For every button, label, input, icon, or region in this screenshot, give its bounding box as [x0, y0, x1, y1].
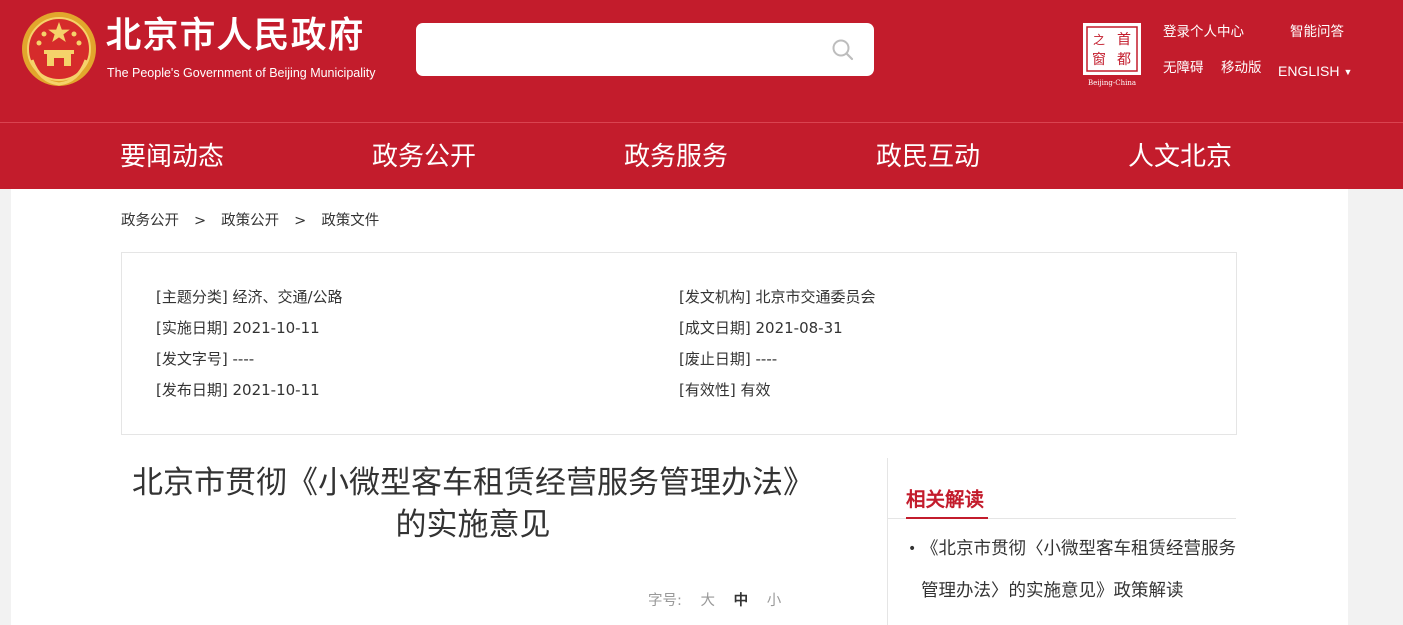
bullet-icon: •	[908, 541, 917, 557]
site-name-cn[interactable]: 北京市人民政府	[106, 14, 365, 58]
font-size-control: 字号: 大 中 小	[648, 591, 781, 611]
caret-down-icon: ▼	[1343, 67, 1353, 77]
accessibility-link[interactable]: 无障碍	[1163, 59, 1204, 77]
related-item-text: 《北京市贯彻〈小微型客车租赁经营服务管理办法〉的实施意见》政策解读	[921, 539, 1236, 601]
svg-text:Beijing-China: Beijing-China	[1088, 79, 1136, 87]
login-link[interactable]: 登录个人中心	[1163, 23, 1244, 41]
info-topic: [主题分类] 经济、交通/公路	[156, 288, 343, 306]
font-size-large[interactable]: 大	[701, 593, 716, 609]
search-icon[interactable]	[830, 37, 856, 63]
info-doc-number: [发文字号] ----	[156, 350, 255, 368]
national-emblem-icon[interactable]	[20, 10, 98, 88]
breadcrumb: 政务公开 > 政策公开 > 政策文件	[121, 211, 379, 231]
article-title-line2: 的实施意见	[395, 507, 551, 543]
nav-item-gov-affairs-open[interactable]: 政务公开	[372, 140, 476, 174]
article-title-line1: 北京市贯彻《小微型客车租赁经营服务管理办法》	[132, 465, 814, 501]
nav-item-culture-beijing[interactable]: 人文北京	[1128, 140, 1232, 174]
nav-item-gov-services[interactable]: 政务服务	[624, 140, 728, 174]
info-abolish-date: [废止日期] ----	[679, 350, 778, 368]
font-size-small[interactable]: 小	[767, 593, 782, 609]
svg-text:之: 之	[1093, 33, 1105, 47]
search-box	[416, 23, 874, 76]
breadcrumb-item-policy-open[interactable]: 政策公开	[221, 213, 279, 229]
nav-item-interaction[interactable]: 政民互动	[876, 140, 980, 174]
font-size-label: 字号:	[648, 593, 682, 609]
site-name-en[interactable]: The People's Government of Beijing Munic…	[107, 65, 376, 81]
main-nav: 要闻动态 政务公开 政务服务 政民互动 人文北京	[0, 122, 1403, 189]
document-info-box: [主题分类] 经济、交通/公路 [实施日期] 2021-10-11 [发文字号]…	[121, 252, 1237, 435]
related-item-link[interactable]: • 《北京市贯彻〈小微型客车租赁经营服务管理办法〉的实施意见》政策解读	[908, 528, 1238, 612]
capital-window-seal-icon[interactable]: 首 都 之 窗 Beijing-China	[1082, 22, 1142, 88]
svg-text:窗: 窗	[1092, 51, 1106, 68]
site-header: 北京市人民政府 The People's Government of Beiji…	[0, 0, 1403, 122]
nav-item-news[interactable]: 要闻动态	[120, 140, 224, 174]
column-divider	[887, 458, 888, 625]
svg-text:首: 首	[1117, 32, 1131, 48]
font-size-medium[interactable]: 中	[734, 593, 749, 609]
svg-text:都: 都	[1117, 52, 1131, 68]
english-label: ENGLISH	[1278, 63, 1340, 79]
info-written-date: [成文日期] 2021-08-31	[679, 319, 843, 337]
breadcrumb-separator: >	[294, 213, 307, 229]
info-effective-date: [实施日期] 2021-10-11	[156, 319, 320, 337]
english-dropdown[interactable]: ENGLISH ▼	[1278, 62, 1352, 81]
breadcrumb-separator: >	[194, 213, 207, 229]
smart-qa-link[interactable]: 智能问答	[1290, 23, 1344, 41]
info-validity: [有效性] 有效	[679, 381, 771, 399]
breadcrumb-item-gov-affairs-open[interactable]: 政务公开	[121, 213, 179, 229]
breadcrumb-item-policy-docs[interactable]: 政策文件	[321, 213, 379, 229]
info-issuer: [发文机构] 北京市交通委员会	[679, 288, 876, 306]
article-title: 北京市贯彻《小微型客车租赁经营服务管理办法》 的实施意见	[128, 462, 818, 546]
info-publish-date: [发布日期] 2021-10-11	[156, 381, 320, 399]
related-heading-underline	[906, 517, 988, 519]
related-heading: 相关解读	[906, 488, 985, 511]
search-input[interactable]	[430, 33, 820, 66]
mobile-version-link[interactable]: 移动版	[1221, 59, 1262, 77]
